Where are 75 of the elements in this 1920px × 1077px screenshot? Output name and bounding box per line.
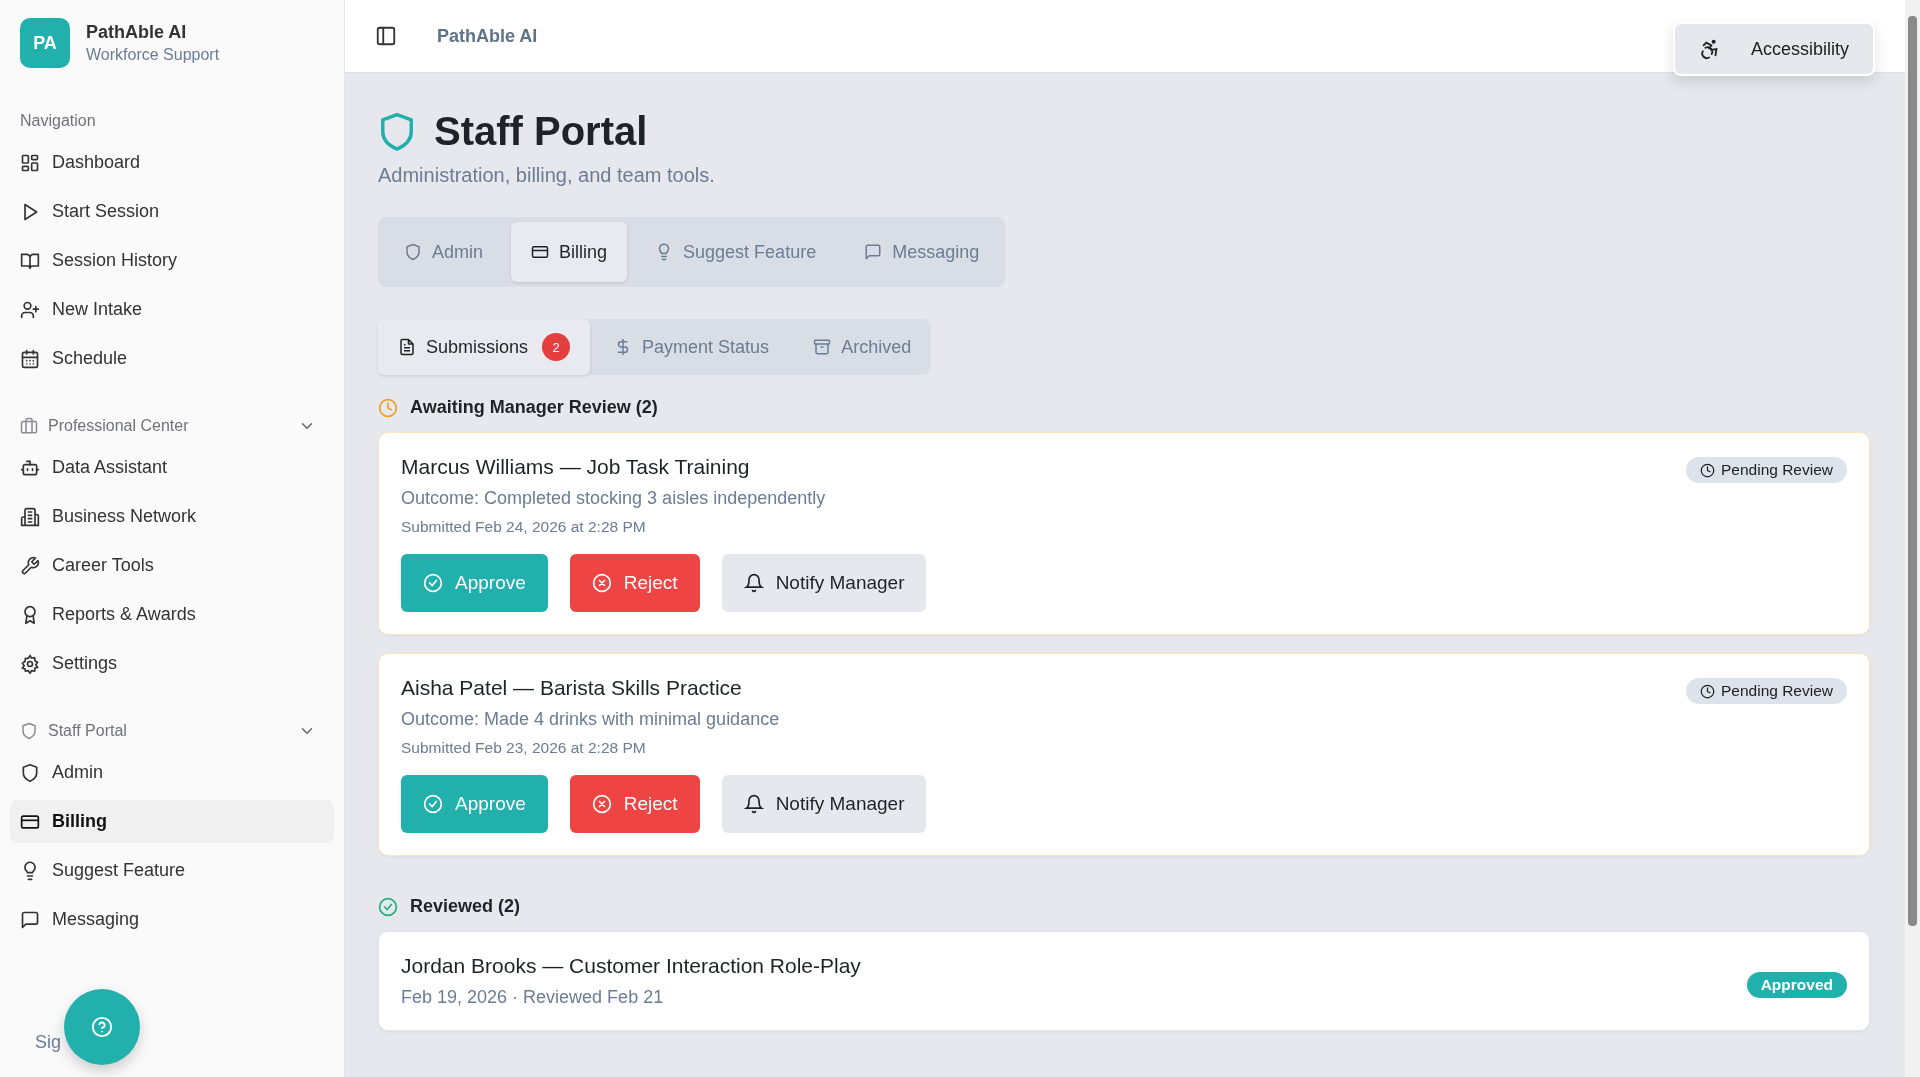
- section-header[interactable]: Professional Center: [10, 409, 334, 443]
- nav-item[interactable]: Data Assistant: [10, 446, 334, 489]
- section-label: Navigation: [20, 112, 96, 130]
- section-header[interactable]: Staff Portal: [10, 714, 334, 748]
- shield-icon: [404, 243, 422, 261]
- status-badge: Pending Review: [1686, 457, 1847, 483]
- briefcase-icon: [20, 417, 38, 435]
- nav-item[interactable]: Business Network: [10, 495, 334, 538]
- nav-item[interactable]: Suggest Feature: [10, 849, 334, 892]
- app-name: PathAble AI: [86, 22, 188, 43]
- header-title: PathAble AI: [437, 25, 539, 47]
- wrench-icon: [20, 555, 40, 576]
- nav-item[interactable]: Schedule: [10, 337, 334, 380]
- help-icon: [91, 1016, 113, 1038]
- scrollbar[interactable]: [1905, 0, 1920, 1077]
- message-icon: [20, 909, 40, 930]
- submission-date: Submitted Feb 24, 2026 at 2:28 PM: [401, 518, 647, 536]
- nav-item[interactable]: Billing: [10, 800, 334, 843]
- x-circle-icon: [591, 573, 612, 593]
- document-icon: [398, 338, 416, 356]
- outcome-text: Outcome: Completed stocking 3 aisles independently: [401, 488, 826, 509]
- section-heading: Awaiting Manager Review (2): [410, 397, 658, 418]
- page-title: Staff Portal: [434, 109, 648, 154]
- status-badge: Pending Review: [1686, 678, 1847, 704]
- reject-button[interactable]: Reject: [569, 554, 700, 612]
- help-button[interactable]: [64, 989, 140, 1065]
- accessibility-button[interactable]: Accessibility: [1672, 22, 1875, 76]
- nav-item[interactable]: Career Tools: [10, 544, 334, 587]
- message-icon: [864, 243, 883, 261]
- status-badge: Approved: [1746, 972, 1847, 998]
- submission-title: Aisha Patel — Barista Skills Practice: [401, 676, 743, 700]
- shield-icon: [20, 762, 40, 783]
- section-heading: Reviewed (2): [410, 896, 521, 917]
- submission-date: Feb 19, 2026 · Reviewed Feb 21: [401, 987, 665, 1008]
- shield-icon: [20, 722, 38, 740]
- building-icon: [20, 506, 40, 527]
- bell-icon: [743, 794, 764, 814]
- clock-icon: [1700, 683, 1715, 699]
- submission-date: Submitted Feb 23, 2026 at 2:28 PM: [401, 739, 647, 757]
- nav-item[interactable]: Session History: [10, 239, 334, 282]
- app-subtitle: Workforce Support: [86, 46, 220, 64]
- page-subtitle: Administration, billing, and team tools.: [378, 164, 715, 187]
- reject-button[interactable]: Reject: [569, 775, 700, 833]
- sign-out-link[interactable]: Sig: [35, 1032, 61, 1053]
- clock-icon: [1700, 462, 1715, 478]
- submission-title: Marcus Williams — Job Task Training: [401, 455, 751, 479]
- calendar-icon: [20, 348, 40, 369]
- nav-item[interactable]: Dashboard: [10, 141, 334, 184]
- x-circle-icon: [591, 794, 612, 814]
- notify-button[interactable]: Notify Manager: [721, 775, 927, 833]
- nav-item[interactable]: New Intake: [10, 288, 334, 331]
- nav-item[interactable]: Settings: [10, 642, 334, 685]
- check-circle-icon: [423, 794, 443, 814]
- dashboard-icon: [20, 152, 40, 173]
- nav-item[interactable]: Admin: [10, 751, 334, 794]
- shield-icon: [378, 110, 416, 153]
- credit-card-icon: [531, 243, 550, 261]
- tab[interactable]: Submissions 2: [378, 319, 591, 375]
- nav-item[interactable]: Messaging: [10, 898, 334, 941]
- bell-icon: [743, 573, 764, 593]
- outcome-text: Outcome: Made 4 drinks with minimal guidance: [401, 709, 780, 730]
- sidebar-toggle-icon[interactable]: [375, 25, 397, 47]
- check-circle-icon: [423, 573, 443, 593]
- archive-icon: [813, 338, 832, 356]
- clock-icon: [378, 397, 398, 418]
- submission-title: Jordan Brooks — Customer Interaction Role-Play: [401, 954, 861, 978]
- tab[interactable]: Billing: [511, 222, 628, 282]
- nav-item[interactable]: Start Session: [10, 190, 334, 233]
- check-circle-icon: [378, 896, 398, 917]
- nav-item[interactable]: Reports & Awards: [10, 593, 334, 636]
- settings-icon: [20, 653, 40, 674]
- count-badge: 2: [542, 333, 571, 361]
- user-plus-icon: [20, 299, 40, 320]
- app-logo: PA: [20, 18, 70, 68]
- notify-button[interactable]: Notify Manager: [721, 554, 927, 612]
